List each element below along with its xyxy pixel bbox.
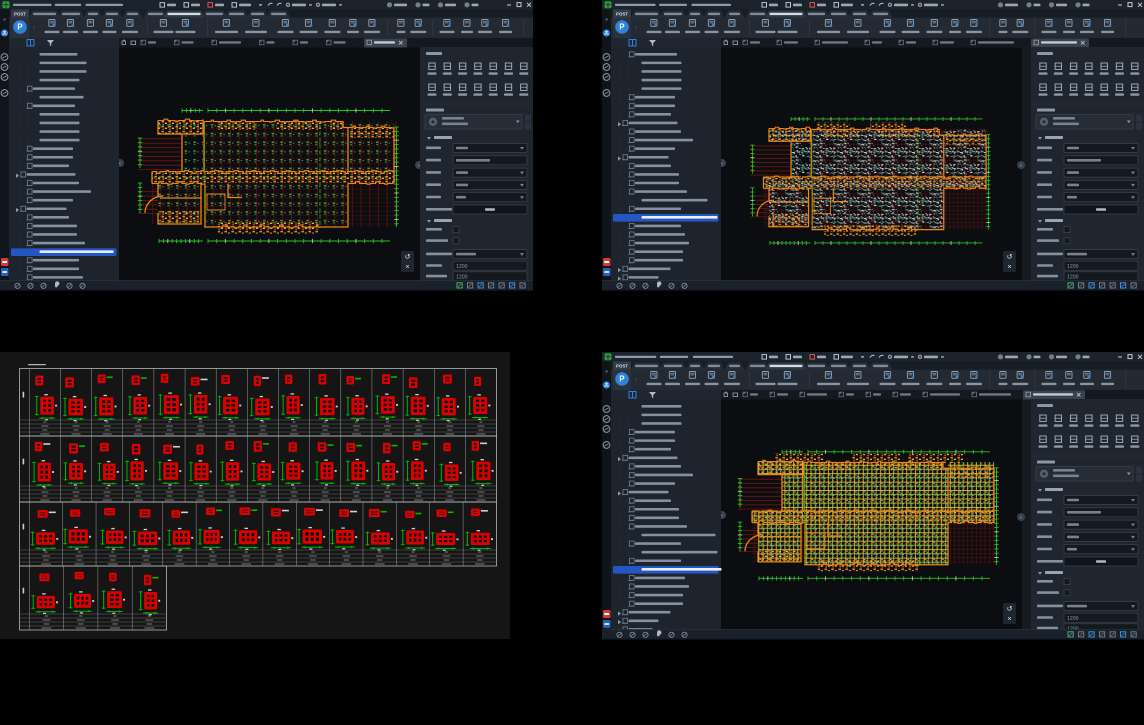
svg-text:»: » bbox=[605, 17, 608, 23]
svg-text:1200: 1200 bbox=[1067, 264, 1079, 270]
svg-text:↺: ↺ bbox=[1007, 606, 1013, 613]
svg-text:×: × bbox=[1007, 616, 1011, 623]
svg-text:POST: POST bbox=[616, 12, 628, 17]
svg-text:1200: 1200 bbox=[1067, 616, 1079, 622]
svg-text:×: × bbox=[405, 264, 409, 271]
svg-text:P: P bbox=[619, 23, 624, 32]
svg-text:P: P bbox=[17, 23, 22, 32]
svg-text:×: × bbox=[1007, 264, 1011, 271]
svg-text:POST: POST bbox=[616, 364, 628, 369]
svg-text:POST: POST bbox=[14, 12, 26, 17]
svg-text:»: » bbox=[3, 17, 6, 23]
svg-text:1200: 1200 bbox=[1067, 275, 1079, 281]
svg-text:P: P bbox=[619, 375, 624, 384]
svg-text:↺: ↺ bbox=[405, 254, 411, 261]
svg-text:1200: 1200 bbox=[456, 264, 468, 270]
svg-text:»: » bbox=[605, 369, 608, 375]
svg-text:1200: 1200 bbox=[456, 275, 468, 281]
svg-text:↺: ↺ bbox=[1007, 254, 1013, 261]
